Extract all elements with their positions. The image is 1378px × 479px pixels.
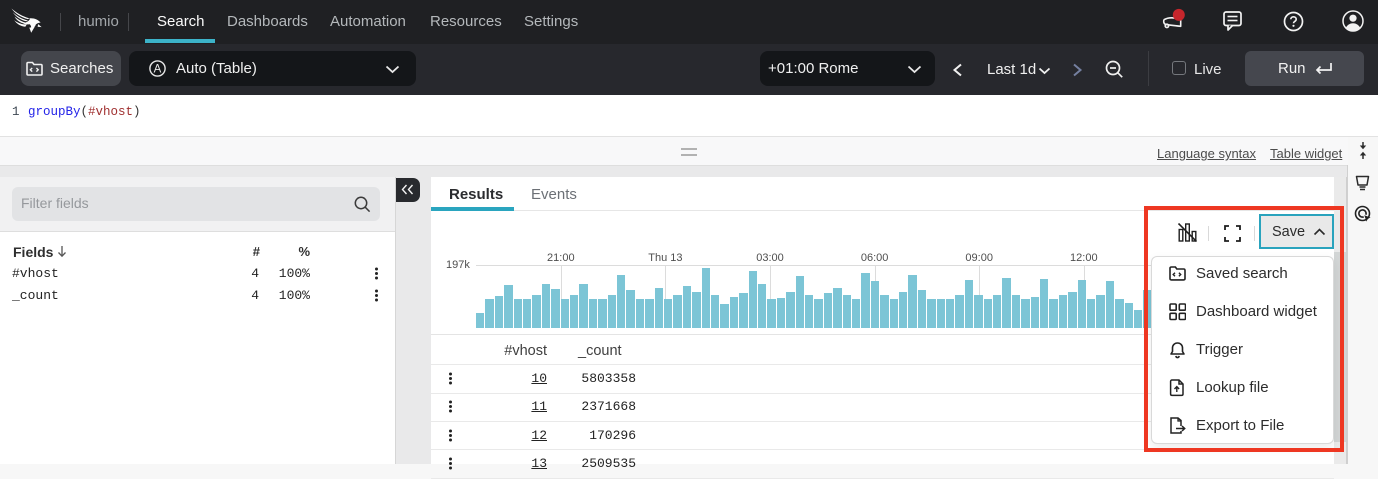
svg-text:A: A — [154, 64, 162, 76]
